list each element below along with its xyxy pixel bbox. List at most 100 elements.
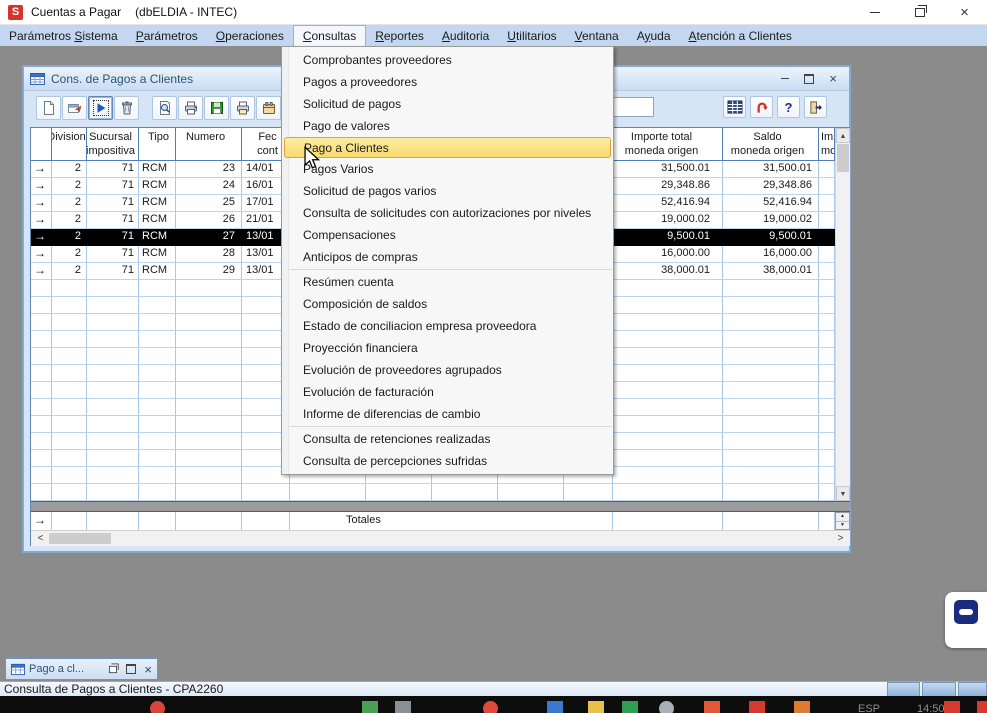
taskbar-app-icon[interactable] bbox=[704, 701, 720, 713]
menu-item-anticipos-de-compras[interactable]: Anticipos de compras bbox=[282, 246, 613, 268]
cell-saldo[interactable]: 52,416.94 bbox=[723, 195, 819, 212]
menu-item-pagos-a-proveedores[interactable]: Pagos a proveedores bbox=[282, 71, 613, 93]
cell-numero[interactable]: 29 bbox=[176, 263, 242, 280]
taskbar-app-icon[interactable] bbox=[944, 701, 960, 713]
new-record-button[interactable] bbox=[36, 96, 61, 120]
min-maximize-button[interactable] bbox=[126, 664, 136, 674]
properties-button[interactable] bbox=[62, 96, 87, 120]
refresh-button[interactable] bbox=[750, 96, 773, 118]
print-button[interactable] bbox=[178, 96, 203, 120]
cell-division[interactable]: 2 bbox=[52, 212, 87, 229]
row-selector[interactable] bbox=[31, 178, 52, 195]
print-preview-button[interactable] bbox=[152, 96, 177, 120]
remote-control-tab[interactable] bbox=[945, 592, 987, 648]
cell-importe[interactable]: 38,000.01 bbox=[613, 263, 723, 280]
data-table-button[interactable] bbox=[723, 96, 746, 118]
taskbar[interactable]: ESP 14:50 bbox=[0, 696, 987, 713]
cell-sucursal[interactable]: 71 bbox=[87, 263, 139, 280]
row-selector[interactable] bbox=[31, 161, 52, 178]
menu-item-solicitud-de-pagos[interactable]: Solicitud de pagos bbox=[282, 93, 613, 115]
close-button[interactable]: × bbox=[942, 0, 987, 25]
menu-item-pagos-varios[interactable]: Pagos Varios bbox=[282, 158, 613, 180]
cell-sucursal[interactable]: 71 bbox=[87, 161, 139, 178]
menu-item-comprobantes-proveedores[interactable]: Comprobantes proveedores bbox=[282, 49, 613, 71]
scroll-up-button[interactable]: ▲ bbox=[836, 128, 850, 143]
cell-sucursal[interactable]: 71 bbox=[87, 212, 139, 229]
minimized-window-pago-a-clientes[interactable]: Pago a cl... × bbox=[5, 658, 158, 680]
cell-tipo[interactable]: RCM bbox=[139, 246, 176, 263]
min-restore-button[interactable] bbox=[108, 665, 118, 674]
cell-partial[interactable] bbox=[819, 161, 835, 178]
cell-saldo[interactable]: 9,500.01 bbox=[723, 229, 819, 246]
minimize-button[interactable] bbox=[852, 0, 897, 25]
exit-button[interactable] bbox=[804, 96, 827, 118]
menubar-item-atencion-clientes[interactable]: Atención a Clientes bbox=[680, 25, 801, 46]
cell-tipo[interactable]: RCM bbox=[139, 161, 176, 178]
scroll-down-button[interactable]: ▼ bbox=[836, 486, 850, 501]
cell-importe[interactable]: 29,348.86 bbox=[613, 178, 723, 195]
taskbar-app-icon[interactable] bbox=[749, 701, 765, 713]
taskbar-app-icon[interactable] bbox=[588, 701, 604, 713]
cell-saldo[interactable]: 29,348.86 bbox=[723, 178, 819, 195]
col-header-importe[interactable]: Importe totalmoneda origen bbox=[613, 128, 723, 161]
menu-item-consulta-solicitudes-niveles[interactable]: Consulta de solicitudes con autorizacion… bbox=[282, 202, 613, 224]
cell-partial[interactable] bbox=[819, 263, 835, 280]
col-header-tipo[interactable]: Tipo bbox=[139, 128, 176, 161]
cell-saldo[interactable]: 19,000.02 bbox=[723, 212, 819, 229]
taskbar-app-icon[interactable] bbox=[977, 701, 987, 713]
print-setup-button[interactable] bbox=[230, 96, 255, 120]
spin-down-icon[interactable]: ▼ bbox=[836, 522, 849, 530]
cell-tipo[interactable]: RCM bbox=[139, 195, 176, 212]
taskbar-app-icon[interactable] bbox=[659, 701, 674, 713]
cell-sucursal[interactable]: 71 bbox=[87, 229, 139, 246]
menu-item-consulta-retenciones[interactable]: Consulta de retenciones realizadas bbox=[282, 428, 613, 450]
cell-saldo[interactable]: 16,000.00 bbox=[723, 246, 819, 263]
cell-partial[interactable] bbox=[819, 178, 835, 195]
scroll-right-button[interactable]: > bbox=[833, 532, 848, 545]
cell-division[interactable]: 2 bbox=[52, 246, 87, 263]
restore-button[interactable] bbox=[897, 0, 942, 25]
taskbar-app-icon[interactable] bbox=[362, 701, 378, 713]
cell-sucursal[interactable]: 71 bbox=[87, 195, 139, 212]
menu-item-pago-a-clientes[interactable]: Pago a Clientes bbox=[284, 137, 611, 158]
taskbar-app-icon[interactable] bbox=[150, 701, 165, 713]
menubar-item-auditoria[interactable]: Auditoria bbox=[433, 25, 498, 46]
child-close-button[interactable]: × bbox=[829, 72, 837, 85]
child-maximize-button[interactable] bbox=[804, 74, 814, 84]
menubar-item-reportes[interactable]: Reportes bbox=[366, 25, 433, 46]
min-close-button[interactable]: × bbox=[144, 663, 152, 676]
run-query-button[interactable] bbox=[88, 96, 113, 120]
menubar-item-ayuda[interactable]: Ayuda bbox=[628, 25, 680, 46]
cell-importe[interactable]: 19,000.02 bbox=[613, 212, 723, 229]
col-header-numero[interactable]: Numero bbox=[176, 128, 242, 161]
menu-item-evolucion-proveedores[interactable]: Evolución de proveedores agrupados bbox=[282, 359, 613, 381]
cell-numero[interactable]: 24 bbox=[176, 178, 242, 195]
cell-division[interactable]: 2 bbox=[52, 195, 87, 212]
row-selector[interactable] bbox=[31, 229, 52, 246]
taskbar-app-icon[interactable] bbox=[547, 701, 563, 713]
menu-item-estado-conciliacion[interactable]: Estado de conciliacion empresa proveedor… bbox=[282, 315, 613, 337]
spin-up-icon[interactable]: ▲ bbox=[836, 513, 849, 522]
row-selector[interactable] bbox=[31, 263, 52, 280]
cell-importe[interactable]: 16,000.00 bbox=[613, 246, 723, 263]
cell-division[interactable]: 2 bbox=[52, 263, 87, 280]
cell-tipo[interactable]: RCM bbox=[139, 212, 176, 229]
taskbar-app-icon[interactable] bbox=[794, 701, 810, 713]
cell-saldo[interactable]: 38,000.01 bbox=[723, 263, 819, 280]
col-header-division[interactable]: Division bbox=[52, 128, 87, 161]
delete-record-button[interactable] bbox=[114, 96, 139, 120]
cell-partial[interactable] bbox=[819, 195, 835, 212]
cell-division[interactable]: 2 bbox=[52, 178, 87, 195]
col-header-partial[interactable]: Impmor bbox=[819, 128, 835, 161]
menu-item-proyeccion-financiera[interactable]: Proyección financiera bbox=[282, 337, 613, 359]
cell-sucursal[interactable]: 71 bbox=[87, 246, 139, 263]
help-button[interactable]: ? bbox=[777, 96, 800, 118]
menu-item-resumen-cuenta[interactable]: Resúmen cuenta bbox=[282, 271, 613, 293]
cell-saldo[interactable]: 31,500.01 bbox=[723, 161, 819, 178]
vscrollbar-thumb[interactable] bbox=[837, 144, 849, 172]
menubar-item-operaciones[interactable]: Operaciones bbox=[207, 25, 293, 46]
row-selector[interactable] bbox=[31, 195, 52, 212]
cell-numero[interactable]: 27 bbox=[176, 229, 242, 246]
row-selector[interactable] bbox=[31, 212, 52, 229]
cell-numero[interactable]: 23 bbox=[176, 161, 242, 178]
